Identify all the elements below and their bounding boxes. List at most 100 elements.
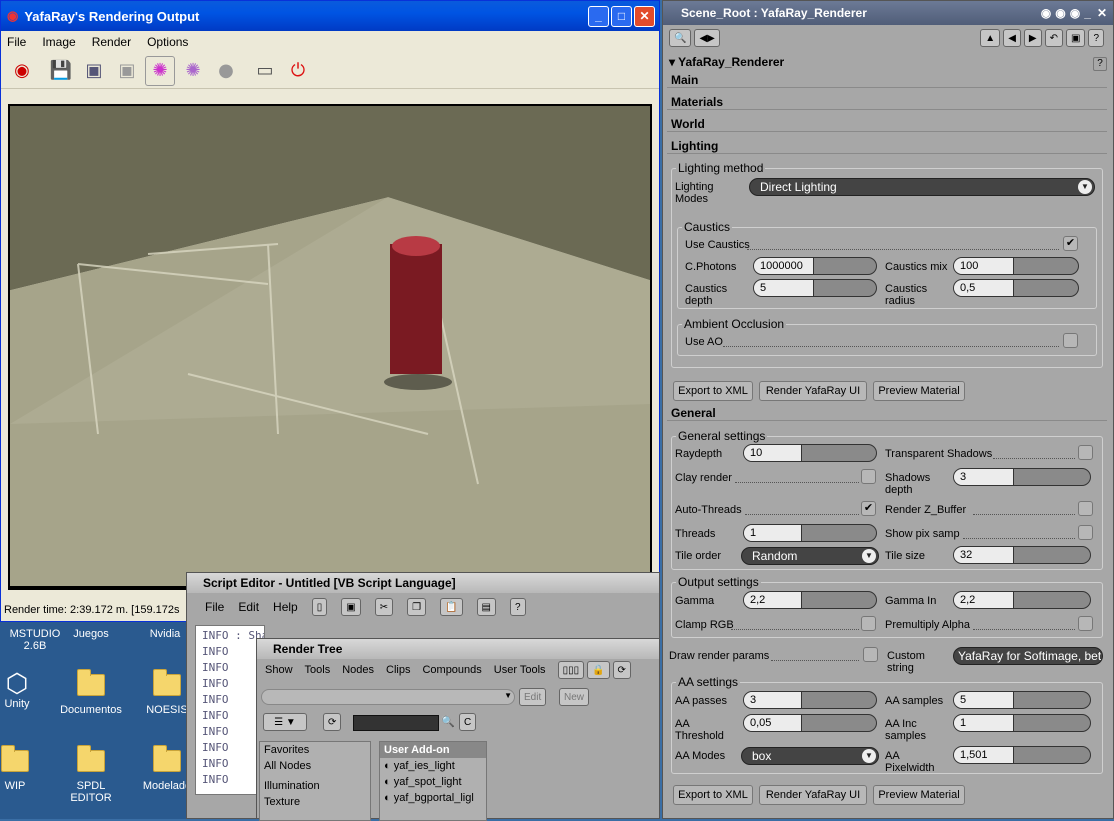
aa-inc-samples-field[interactable]: 1 [954, 715, 1014, 731]
node-path-select[interactable]: ▼ [261, 689, 515, 705]
menu-help[interactable]: Help [273, 600, 298, 614]
menu-file[interactable]: File [7, 35, 26, 49]
revert-icon[interactable]: ◀ [1003, 29, 1021, 47]
new-button[interactable]: New [559, 688, 590, 706]
caustics-mix-field[interactable]: 100 [954, 258, 1014, 274]
forward-icon[interactable]: ▶ [1023, 29, 1042, 47]
desktop-icon-juegos[interactable]: Juegos [56, 628, 126, 640]
alpha-channel-icon[interactable]: ✺ [178, 56, 208, 86]
clay-render-checkbox[interactable] [861, 469, 876, 484]
photons-field[interactable]: 1000000 [754, 258, 814, 274]
aa-pixelwidth-field[interactable]: 1,501 [954, 747, 1014, 763]
tile-order-select[interactable]: Random ▼ [741, 547, 879, 565]
back-icon[interactable]: ◀▶ [694, 29, 720, 47]
save-icon[interactable]: ▣ [341, 598, 361, 616]
copy-icon[interactable]: ❐ [407, 598, 427, 616]
custom-string-input[interactable]: YafaRay for Softimage, bet [953, 647, 1103, 665]
caustics-mix-slider[interactable]: 100 [953, 257, 1079, 275]
desktop-icon-documentos[interactable]: Documentos [56, 669, 126, 716]
search-icon[interactable]: 🔍 [669, 29, 692, 47]
use-ao-checkbox[interactable] [1063, 333, 1078, 348]
caustics-depth-slider[interactable]: 5 [753, 279, 877, 297]
render-eye-icon[interactable]: ◉ [7, 56, 37, 86]
caustics-radius-field[interactable]: 0,5 [954, 280, 1014, 296]
gamma-in-slider[interactable]: 2,2 [953, 591, 1091, 609]
memo-cams-icon[interactable]: ▯▯▯ [557, 661, 585, 679]
desktop-icon-wip[interactable]: WIP [0, 745, 50, 792]
tile-size-field[interactable]: 32 [954, 547, 1014, 563]
aa-passes-slider[interactable]: 3 [743, 691, 877, 709]
raydepth-slider[interactable]: 10 [743, 444, 877, 462]
list-item[interactable]: Favorites [260, 742, 370, 758]
menu-edit[interactable]: Edit [238, 600, 259, 614]
aa-threshold-slider[interactable]: 0,05 [743, 714, 877, 732]
section-world[interactable]: World [667, 117, 1107, 132]
preset-icon[interactable]: ◉ [1055, 6, 1065, 20]
minimize-button[interactable]: _ [588, 5, 609, 27]
menu-image[interactable]: Image [42, 35, 75, 49]
edit-button[interactable]: Edit [519, 688, 547, 706]
aa-threshold-field[interactable]: 0,05 [744, 715, 802, 731]
transparent-shadows-checkbox[interactable] [1078, 445, 1093, 460]
desktop-icon-unity[interactable]: ⬡ Unity [0, 668, 52, 710]
list-item[interactable]: ◐ yaf_spot_light [380, 774, 486, 790]
help-icon[interactable]: ◉ [1041, 6, 1051, 20]
lock-icon[interactable]: ◉ [1070, 6, 1080, 20]
show-pix-samp-checkbox[interactable] [1078, 525, 1093, 540]
help-button[interactable]: ? [1093, 57, 1107, 71]
aa-samples-field[interactable]: 5 [954, 692, 1014, 708]
paste-icon[interactable]: 📋 [440, 598, 463, 616]
list-item[interactable]: ◐ yaf_bgportal_ligl [380, 790, 486, 806]
shadows-depth-field[interactable]: 3 [954, 469, 1014, 485]
zoom-icon[interactable]: ▭ [250, 56, 280, 86]
load-preset-icon[interactable]: ▲ [980, 29, 1001, 47]
clear-search-icon[interactable]: C [459, 713, 477, 731]
threads-slider[interactable]: 1 [743, 524, 877, 542]
clamp-rgb-checkbox[interactable] [861, 616, 876, 631]
menu-file[interactable]: File [205, 600, 224, 614]
maximize-button[interactable]: □ [611, 5, 632, 27]
help-book-icon[interactable]: ? [1088, 29, 1104, 47]
cut-icon[interactable]: ✂ [374, 598, 394, 616]
caustics-radius-slider[interactable]: 0,5 [953, 279, 1079, 297]
render-tree-titlebar[interactable]: Render Tree [257, 639, 659, 659]
aa-modes-select[interactable]: box ▼ [741, 747, 879, 765]
section-lighting[interactable]: Lighting [667, 139, 1107, 154]
list-item[interactable]: All Nodes [260, 758, 370, 774]
save-icon[interactable]: 💾 [46, 56, 76, 86]
aa-inc-samples-slider[interactable]: 1 [953, 714, 1091, 732]
menu-clips[interactable]: Clips [386, 664, 410, 676]
render-yafaray-ui-button[interactable]: Render YafaRay UI [759, 785, 867, 805]
new-script-icon[interactable]: ▯ [311, 598, 328, 616]
shadows-depth-slider[interactable]: 3 [953, 468, 1091, 486]
gamma-slider[interactable]: 2,2 [743, 591, 877, 609]
script-log[interactable]: INFO : Shader ID: yaf_shinydiffusemat IN… [195, 625, 265, 795]
list-item[interactable]: Texture [260, 794, 370, 810]
save-alpha-icon[interactable]: ▣ [112, 56, 142, 86]
aa-pixelwidth-slider[interactable]: 1,501 [953, 746, 1091, 764]
depth-channel-icon[interactable]: ● [211, 56, 241, 86]
help-icon[interactable]: ? [509, 598, 526, 616]
save-as-icon[interactable]: ▣ [79, 56, 109, 86]
script-editor-titlebar[interactable]: Script Editor - Untitled [VB Script Lang… [187, 573, 659, 593]
tile-size-slider[interactable]: 32 [953, 546, 1091, 564]
color-channel-icon[interactable]: ✺ [145, 55, 175, 86]
raydepth-field[interactable]: 10 [744, 445, 802, 461]
render-zbuffer-checkbox[interactable] [1078, 501, 1093, 516]
keying-icon[interactable]: ▣ [1065, 29, 1086, 47]
view-mode-icon[interactable]: ☰ ▼ [263, 713, 307, 731]
renderer-header[interactable]: ▾ YafaRay_Renderer [669, 55, 784, 69]
undo-icon[interactable]: ↶ [1044, 29, 1063, 47]
quit-icon[interactable]: ⏻ [283, 56, 313, 86]
refresh-icon[interactable]: ⟳ [323, 713, 342, 731]
menu-nodes[interactable]: Nodes [342, 664, 374, 676]
premultiply-alpha-checkbox[interactable] [1078, 616, 1093, 631]
threads-field[interactable]: 1 [744, 525, 802, 541]
refresh-icon[interactable]: ⟳ [612, 661, 631, 679]
node-search-input[interactable] [353, 715, 439, 731]
run-icon[interactable]: ▤ [476, 598, 496, 616]
list-item[interactable]: Illumination [260, 774, 370, 794]
section-main[interactable]: Main [667, 73, 1107, 88]
preview-material-button[interactable]: Preview Material [873, 381, 965, 401]
aa-samples-slider[interactable]: 5 [953, 691, 1091, 709]
